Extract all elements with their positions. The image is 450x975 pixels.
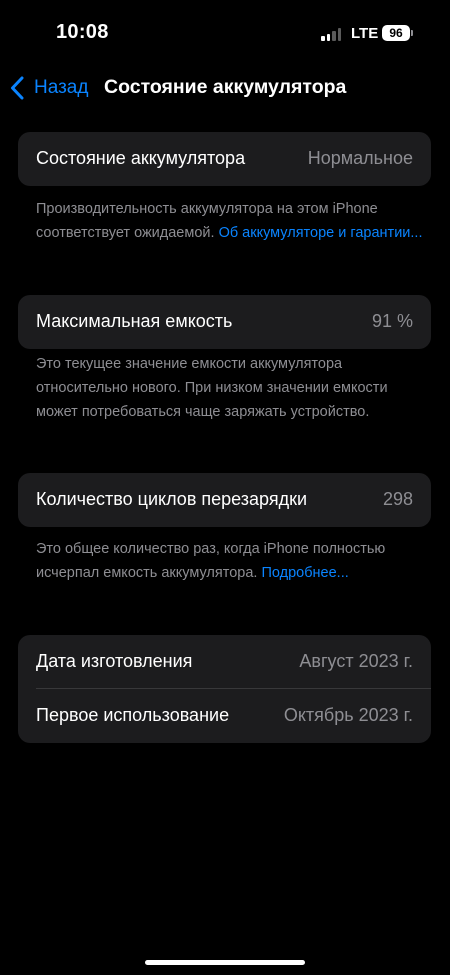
battery-warranty-link[interactable]: Об аккумуляторе и гарантии... (219, 225, 423, 241)
battery-icon: 96 (382, 25, 410, 41)
manufacture-date-value: Август 2023 г. (299, 651, 413, 671)
cellular-signal-icon (321, 27, 343, 41)
battery-health-footnote: Производительность аккумулятора на этом … (36, 197, 426, 245)
max-capacity-row: Максимальная емкость 91 % (18, 295, 431, 349)
cycle-count-footnote: Это общее количество раз, когда iPhone п… (36, 537, 426, 585)
max-capacity-label: Максимальная емкость (36, 311, 233, 331)
battery-health-card: Состояние аккумулятора Нормальное (18, 132, 431, 186)
back-button[interactable]: Назад (10, 74, 88, 102)
first-use-value: Октябрь 2023 г. (283, 705, 413, 725)
battery-health-value: Нормальное (307, 148, 413, 168)
cycle-count-value: 298 (382, 489, 413, 509)
cycle-count-card: Количество циклов перезарядки 298 (18, 473, 431, 527)
chevron-left-icon (11, 76, 24, 100)
manufacture-date-label: Дата изготовления (36, 651, 193, 671)
status-bar: 10:08 LTE 96 (0, 0, 450, 66)
max-capacity-footnote: Это текущее значение емкости аккумулятор… (36, 356, 388, 420)
first-use-row: Первое использование Октябрь 2023 г. (18, 689, 431, 743)
battery-health-label: Состояние аккумулятора (36, 148, 246, 168)
first-use-label: Первое использование (36, 705, 230, 725)
nav-bar: Назад Состояние аккумулятора (0, 66, 450, 110)
max-capacity-value: 91 % (371, 311, 413, 331)
cycle-count-label: Количество циклов перезарядки (36, 489, 308, 509)
back-label: Назад (34, 77, 89, 98)
dates-card: Дата изготовления Август 2023 г. Первое … (18, 635, 431, 743)
cycle-count-row: Количество циклов перезарядки 298 (18, 473, 431, 527)
battery-nub (411, 30, 413, 36)
page-title: Состояние аккумулятора (104, 76, 347, 98)
max-capacity-card: Максимальная емкость 91 % (18, 295, 431, 349)
manufacture-date-row: Дата изготовления Август 2023 г. (18, 635, 431, 689)
learn-more-link[interactable]: Подробнее... (261, 565, 348, 581)
status-time: 10:08 (56, 21, 109, 43)
battery-health-row: Состояние аккумулятора Нормальное (18, 132, 431, 186)
network-type: LTE (351, 25, 379, 42)
home-indicator[interactable] (145, 960, 305, 965)
